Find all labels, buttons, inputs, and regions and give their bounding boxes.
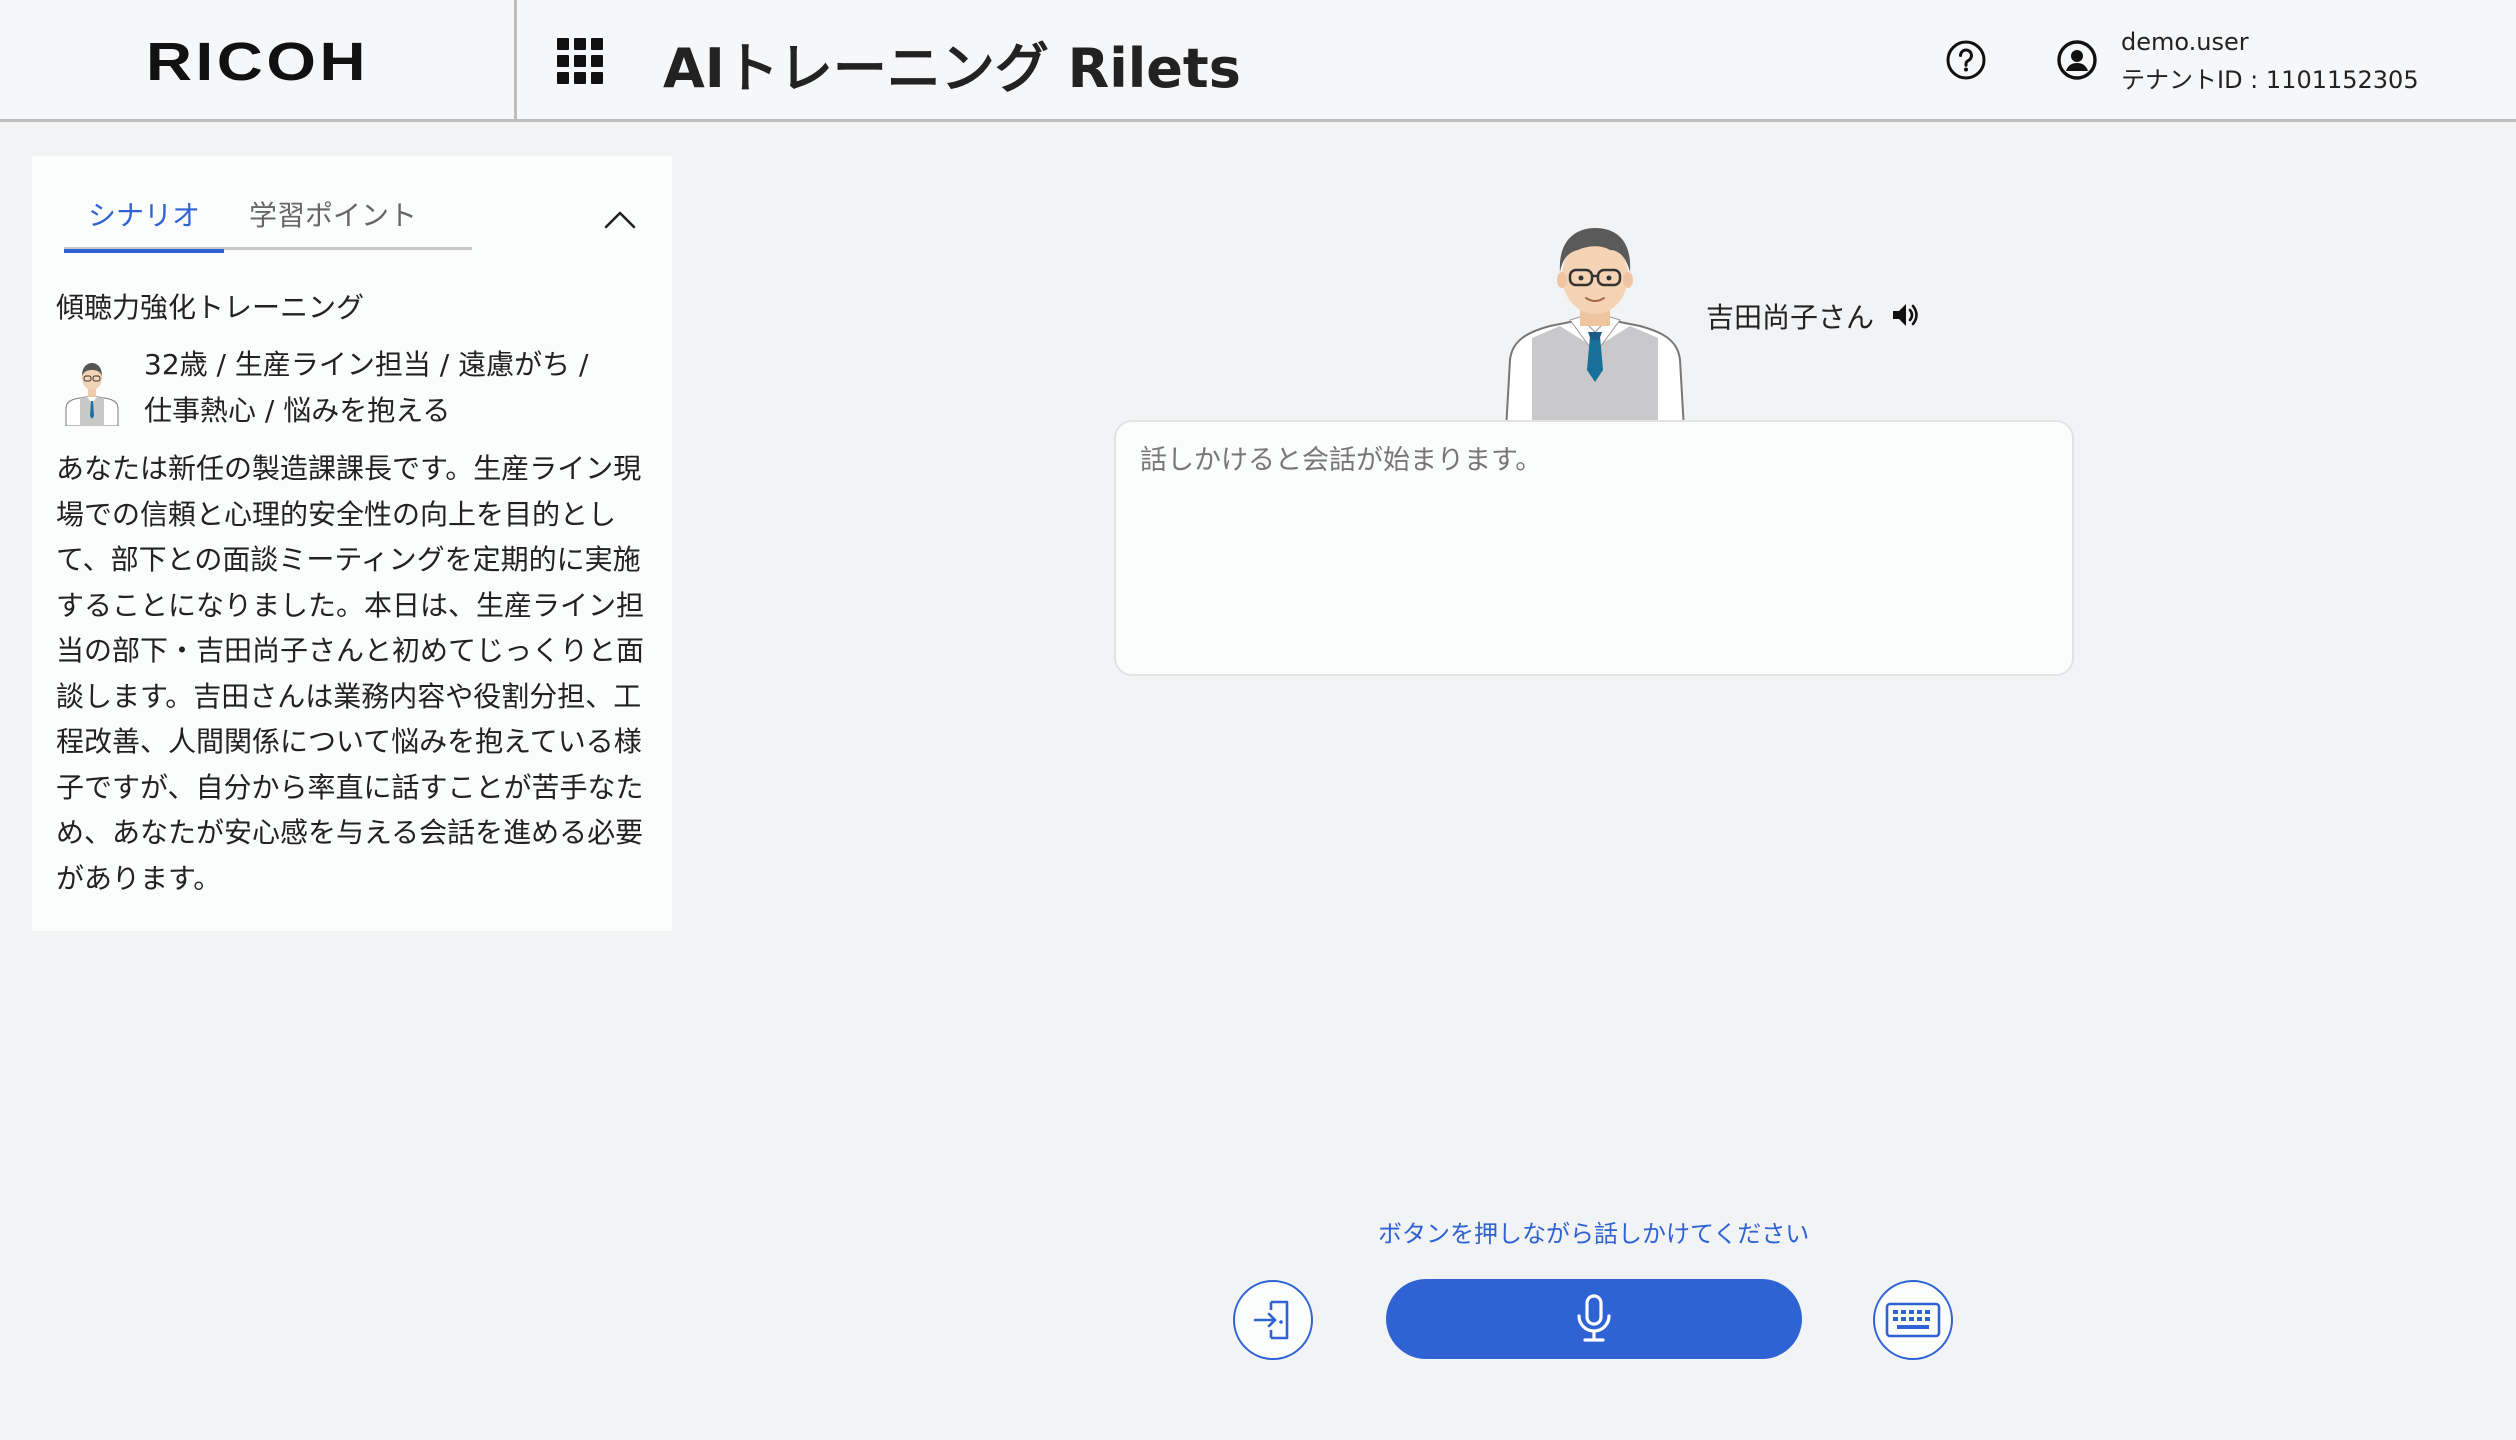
user-icon[interactable] (2056, 39, 2098, 81)
tab-learning-points[interactable]: 学習ポイント (224, 196, 442, 250)
character-avatar (1504, 228, 1686, 430)
conversation-placeholder: 話しかけると会話が始まります。 (1140, 445, 1543, 476)
speaker-name: 吉田尚子さん (1706, 301, 1875, 334)
microphone-icon (1577, 1294, 1611, 1342)
conversation-box: 話しかけると会話が始まります。 (1114, 420, 2074, 676)
exit-button[interactable] (1233, 1280, 1313, 1360)
speaker-volume-icon[interactable] (1890, 300, 1920, 330)
profile-line-2: 仕事熱心 / 悩みを抱える (144, 394, 451, 427)
keyboard-input-button[interactable] (1873, 1280, 1953, 1360)
app-header: RICOH AIトレーニング Rilets demo.user テナントID :… (0, 0, 2516, 122)
scenario-title: 傾聴力強化トレーニング (56, 291, 365, 324)
user-name: demo.user (2121, 28, 2249, 56)
help-icon[interactable] (1945, 39, 1987, 81)
scenario-panel: シナリオ 学習ポイント 傾聴力強化トレーニング 32歳 / 生産ライン担当 / … (32, 156, 672, 931)
character-profile: 32歳 / 生産ライン担当 / 遠慮がち / 仕事熱心 / 悩みを抱える (144, 342, 654, 434)
profile-line-1: 32歳 / 生産ライン担当 / 遠慮がち / (144, 348, 589, 381)
scenario-description: あなたは新任の製造課課長です。生産ライン現場での信頼と心理的安全性の向上を目的と… (56, 452, 645, 895)
character-avatar-icon (65, 363, 119, 426)
logo-area: RICOH (0, 0, 517, 120)
app-title: AIトレーニング Rilets (663, 37, 1241, 100)
tab-scenario[interactable]: シナリオ (64, 196, 224, 253)
push-to-talk-button[interactable] (1386, 1279, 1802, 1359)
chevron-up-icon[interactable] (602, 202, 638, 238)
push-to-talk-hint: ボタンを押しながら話しかけてください (1378, 1220, 1810, 1248)
exit-door-icon (1253, 1300, 1289, 1340)
ricoh-logo[interactable]: RICOH (145, 31, 368, 93)
tenant-id: テナントID : 1101152305 (2121, 66, 2419, 94)
keyboard-icon (1885, 1302, 1941, 1338)
apps-grid-icon[interactable] (557, 38, 605, 84)
panel-tabs: シナリオ 学習ポイント (64, 196, 472, 253)
